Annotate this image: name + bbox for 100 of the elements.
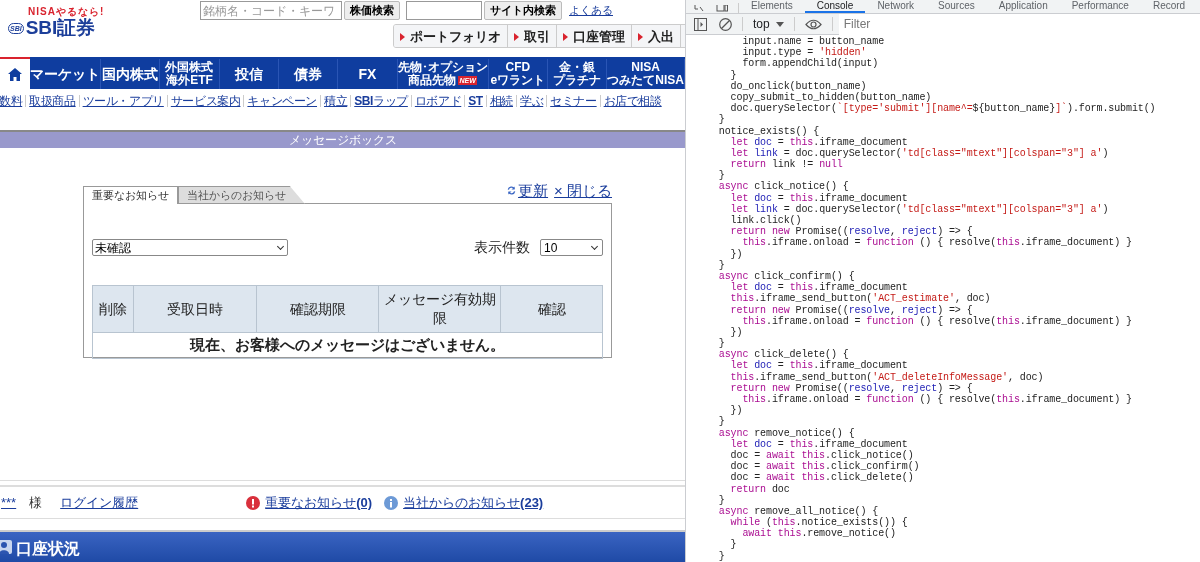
- code-line: return new Promise((resolve, reject) => {: [729, 226, 973, 238]
- code-line: let link = doc.querySelector('td[class="mtext"][colspan="3"] a'): [729, 147, 1110, 159]
- honorific-text: 様: [29, 493, 43, 512]
- code-line: }): [729, 405, 744, 417]
- eye-icon[interactable]: [804, 18, 822, 30]
- nav-link[interactable]: 積立: [324, 92, 348, 110]
- code-line: do_onclick(button_name): [729, 80, 868, 92]
- code-line: input.type = 'hidden': [741, 47, 867, 59]
- stock-search-button[interactable]: 株価検索: [344, 1, 400, 20]
- code-line: while (this.notice_exists()) {: [729, 517, 909, 529]
- refresh-icon: [507, 186, 517, 196]
- nav-link[interactable]: セミナー: [550, 92, 597, 110]
- site-search-field[interactable]: [406, 1, 482, 20]
- code-line: return link != null: [729, 159, 844, 171]
- code-line: notice_exists() {: [717, 125, 821, 137]
- code-line: }: [729, 69, 738, 81]
- code-line: }: [729, 539, 738, 551]
- main-nav-item[interactable]: 国内株式: [101, 59, 161, 89]
- devtools-tab[interactable]: Performance: [1059, 0, 1141, 13]
- devtools-tab[interactable]: Application: [986, 0, 1060, 13]
- code-line: form.appendChild(input): [741, 58, 880, 70]
- code-line: let doc = this.iframe_document: [729, 438, 909, 450]
- triangle-icon: [563, 33, 568, 41]
- company-notices-link[interactable]: 当社からのお知らせ(23): [403, 492, 544, 513]
- logo-tagline: NISAやるなら!: [28, 6, 105, 17]
- code-line: copy_submit_to_hidden(button_name): [729, 91, 932, 104]
- section-title: メッセージボックス: [288, 133, 397, 147]
- code-line: this.iframe.onload = function () { resolve(this.iframe_document) }: [741, 315, 1133, 327]
- status-dropdown[interactable]: 未確認: [92, 239, 288, 256]
- user-link[interactable]: ***: [1, 492, 17, 513]
- nav-link[interactable]: ツール・アプリ: [82, 92, 164, 110]
- main-nav-item[interactable]: マーケット: [30, 59, 101, 89]
- code-line: doc = await this.click_confirm(): [729, 461, 921, 473]
- code-line: let doc = this.iframe_document: [730, 360, 909, 372]
- clear-console-icon[interactable]: [719, 17, 732, 31]
- tab[interactable]: 当社からのお知らせ: [178, 186, 305, 204]
- main-nav-item[interactable]: NISA つみたてNISA: [607, 59, 685, 89]
- devtools-tab[interactable]: Record: [1140, 0, 1198, 13]
- caret-icon: [775, 21, 784, 27]
- nav-link[interactable]: 相続: [489, 92, 513, 110]
- triangle-icon: [400, 33, 405, 41]
- code-line: doc.querySelector(`[type='submit'][name^=${button_name}]`).form.submit(): [729, 103, 1157, 115]
- context-dropdown[interactable]: top: [753, 15, 784, 33]
- alert-icon: [246, 495, 261, 510]
- code-line: input.name = button_name: [741, 36, 886, 48]
- code-line: doc = await this.click_delete(): [729, 472, 914, 484]
- home-tab[interactable]: [0, 57, 30, 89]
- code-line: async click_notice() {: [717, 181, 850, 193]
- code-line: return doc: [729, 483, 791, 495]
- nav-link[interactable]: 取扱商品: [29, 92, 76, 110]
- nav-link[interactable]: 学ぶ: [520, 92, 544, 110]
- triangle-icon: [514, 33, 519, 41]
- quick-nav-button[interactable]: ポートフォリオ: [394, 25, 508, 47]
- page-size-dropdown[interactable]: 10: [540, 239, 603, 256]
- code-line: doc = await this.click_notice(): [729, 449, 914, 462]
- login-history-link[interactable]: ログイン履歴: [60, 492, 139, 513]
- code-line: let doc = this.iframe_document: [729, 192, 909, 204]
- help-link[interactable]: よくある: [569, 2, 613, 19]
- main-nav-item[interactable]: CFD eワラント: [488, 59, 548, 89]
- refresh-link[interactable]: 更新: [518, 179, 549, 202]
- nav-link[interactable]: ロボアド: [414, 92, 462, 110]
- triangle-icon: [638, 33, 643, 41]
- code-line: async remove_all_notice() {: [717, 505, 880, 517]
- devtools-tab[interactable]: Elements: [739, 0, 805, 13]
- nav-link[interactable]: キャンペーン: [247, 92, 318, 110]
- search-field[interactable]: 銘柄名・コード・キーワ: [200, 1, 342, 20]
- code-line: }): [729, 326, 744, 339]
- code-line: }: [717, 550, 726, 562]
- nav-link[interactable]: SBIラップ: [354, 92, 408, 110]
- nav-link[interactable]: お店で相談: [603, 92, 662, 110]
- info-icon: [384, 495, 399, 510]
- code-line: }): [729, 248, 744, 260]
- code-line: }: [717, 114, 726, 126]
- code-line: this.iframe.onload = function () { resolve(this.iframe_document) }: [741, 394, 1133, 406]
- nav-link[interactable]: 数料: [0, 92, 23, 110]
- code-line: }: [717, 170, 726, 182]
- nav-link[interactable]: サービス案内: [170, 92, 241, 110]
- code-line: this.iframe.onload = function () { resolve(this.iframe_document) }: [741, 237, 1133, 249]
- column-header: 確認期限: [256, 285, 379, 333]
- close-link[interactable]: × 閉じる: [554, 179, 612, 202]
- devtools-tab[interactable]: Network: [865, 0, 927, 13]
- person-icon: [0, 540, 12, 554]
- filter-field[interactable]: Filter: [838, 13, 1200, 35]
- logo-text: SBI証券: [25, 17, 96, 39]
- code-line: }: [717, 416, 726, 428]
- tab[interactable]: 重要なお知らせ: [83, 186, 178, 204]
- devtools-tab[interactable]: Sources: [926, 0, 987, 13]
- code-line: async click_delete() {: [717, 349, 849, 361]
- code-line: return new Promise((resolve, reject) => {: [729, 382, 974, 394]
- column-header: メッセージ有効期限: [378, 285, 501, 333]
- nav-link[interactable]: ST: [468, 92, 483, 110]
- column-header: 削除: [92, 285, 134, 333]
- sidebar-icon[interactable]: [694, 17, 707, 31]
- code-line: async click_confirm() {: [717, 270, 855, 283]
- column-header: 受取日時: [133, 285, 257, 333]
- field-label: 表示件数: [474, 238, 530, 257]
- code-line: return new Promise((resolve, reject) => {: [729, 304, 974, 316]
- important-notices-link[interactable]: 重要なお知らせ(0): [265, 492, 373, 513]
- code-line: }: [717, 338, 726, 350]
- site-search-button[interactable]: サイト内検索: [484, 1, 562, 20]
